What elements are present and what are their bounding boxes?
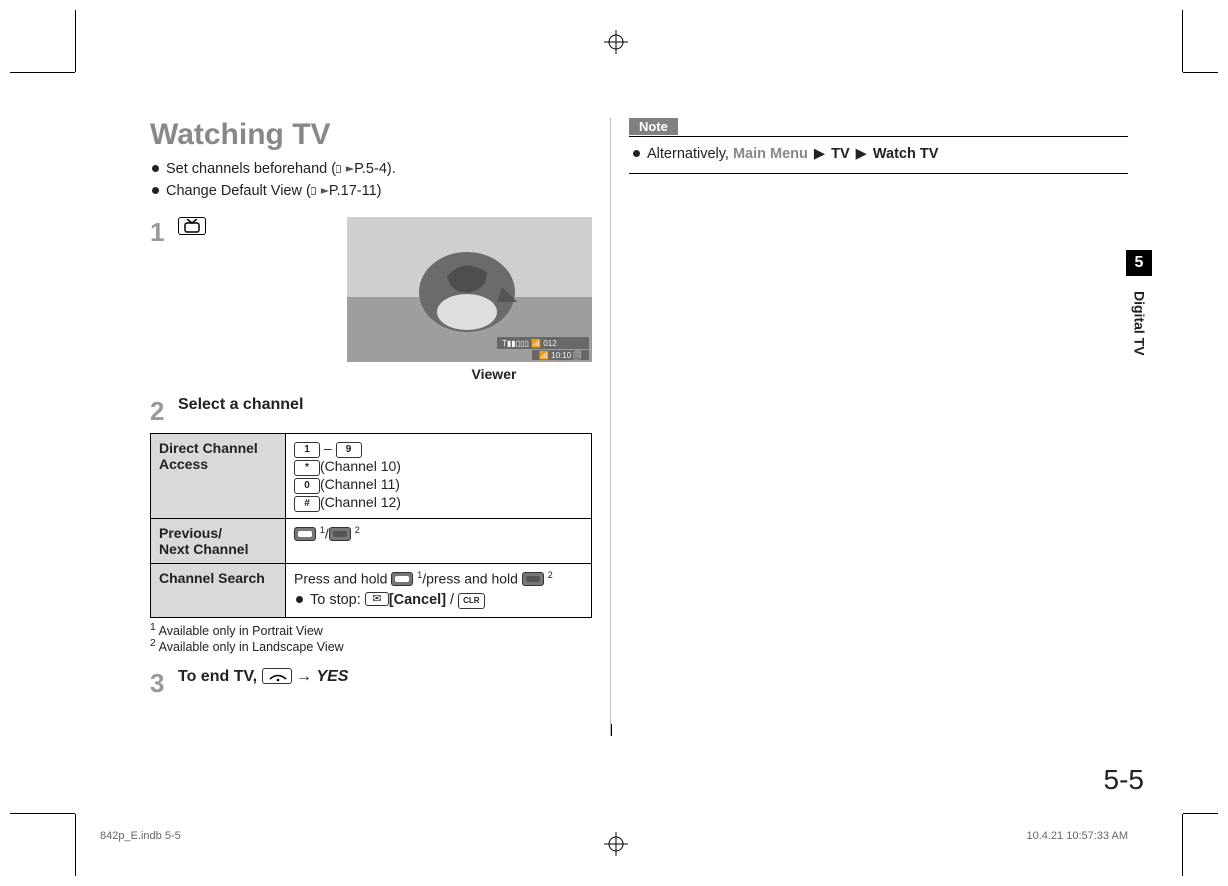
row-label: Channel Search [151,563,286,617]
crop-mark [75,814,76,876]
end-key-icon [262,668,292,684]
crop-mark [1182,10,1183,72]
clr-key-icon: CLR [458,593,484,609]
row-value: 1/ 2 [286,518,592,563]
crop-mark [10,813,75,814]
crop-mark [1183,813,1218,814]
row-label: Direct Channel Access [151,433,286,518]
svg-text:📶 10:10 🗐: 📶 10:10 🗐 [539,350,581,360]
path-arrow-icon: ▶ [814,143,825,165]
navi-key-icon [522,572,544,586]
key-hash-icon: # [294,496,320,512]
tv-key-icon [178,217,206,235]
table-row: Channel Search Press and hold 1/press an… [151,563,592,617]
reference-icon [336,163,354,175]
key-star-icon: * [294,460,320,476]
row-label: Previous/ Next Channel [151,518,286,563]
footer-timestamp: 10.4.21 10:57:33 AM [1026,830,1128,842]
chapter-number: 5 [1126,250,1152,276]
step-number-2: 2 [150,396,168,427]
page-number: 5-5 [1104,764,1144,796]
row-value: 1 – 9 *(Channel 10) 0(Channel 11) #(Chan… [286,433,592,518]
footnotes: 1 Available only in Portrait View 2 Avai… [150,622,592,654]
viewer-screenshot: T▮▮▯▯▯ 📶 012 📶 10:10 🗐 [347,217,592,362]
step-number-3: 3 [150,668,168,699]
chapter-tab: 5 Digital TV [1126,250,1152,371]
footer-file: 842p_E.indb 5-5 [100,830,181,842]
key-1-icon: 1 [294,442,320,458]
table-row: Previous/ Next Channel 1/ 2 [151,518,592,563]
path-arrow-icon: ▶ [856,143,867,165]
navi-key-icon [391,572,413,586]
chapter-label: Digital TV [1131,276,1148,371]
step-number-1: 1 [150,217,168,382]
intro-item: Set channels beforehand (P.5-4). [152,158,592,180]
note-box: Alternatively, Main Menu ▶ TV ▶ Watch TV [629,136,1128,174]
viewer-caption: Viewer [396,366,592,382]
intro-list: Set channels beforehand (P.5-4). Change … [152,158,592,203]
key-9-icon: 9 [336,442,362,458]
row-value: Press and hold 1/press and hold 2 To sto… [286,563,592,617]
note-tab: Note [629,118,678,135]
intro-item: Change Default View (P.17-11) [152,180,592,202]
channel-table: Direct Channel Access 1 – 9 *(Channel 10… [150,433,592,618]
crop-mark [10,72,75,73]
crop-mark [1183,72,1218,73]
svg-text:T▮▮▯▯▯ 📶 012: T▮▮▯▯▯ 📶 012 [502,338,557,348]
crop-mark [75,10,76,72]
mail-key-icon [365,592,389,606]
navi-key-icon [294,527,316,541]
crop-mark [1182,814,1183,876]
reference-icon [311,185,329,197]
table-row: Direct Channel Access 1 – 9 *(Channel 10… [151,433,592,518]
registration-mark-icon [604,30,628,54]
print-footer: 842p_E.indb 5-5 10.4.21 10:57:33 AM [100,830,1128,842]
page-title: Watching TV [150,118,592,152]
step-2-title: Select a channel [178,396,592,414]
navi-key-icon [329,527,351,541]
step-3-text: To end TV, → YES [178,668,348,686]
key-0-icon: 0 [294,478,320,494]
main-menu-label: Main Menu [733,146,808,162]
